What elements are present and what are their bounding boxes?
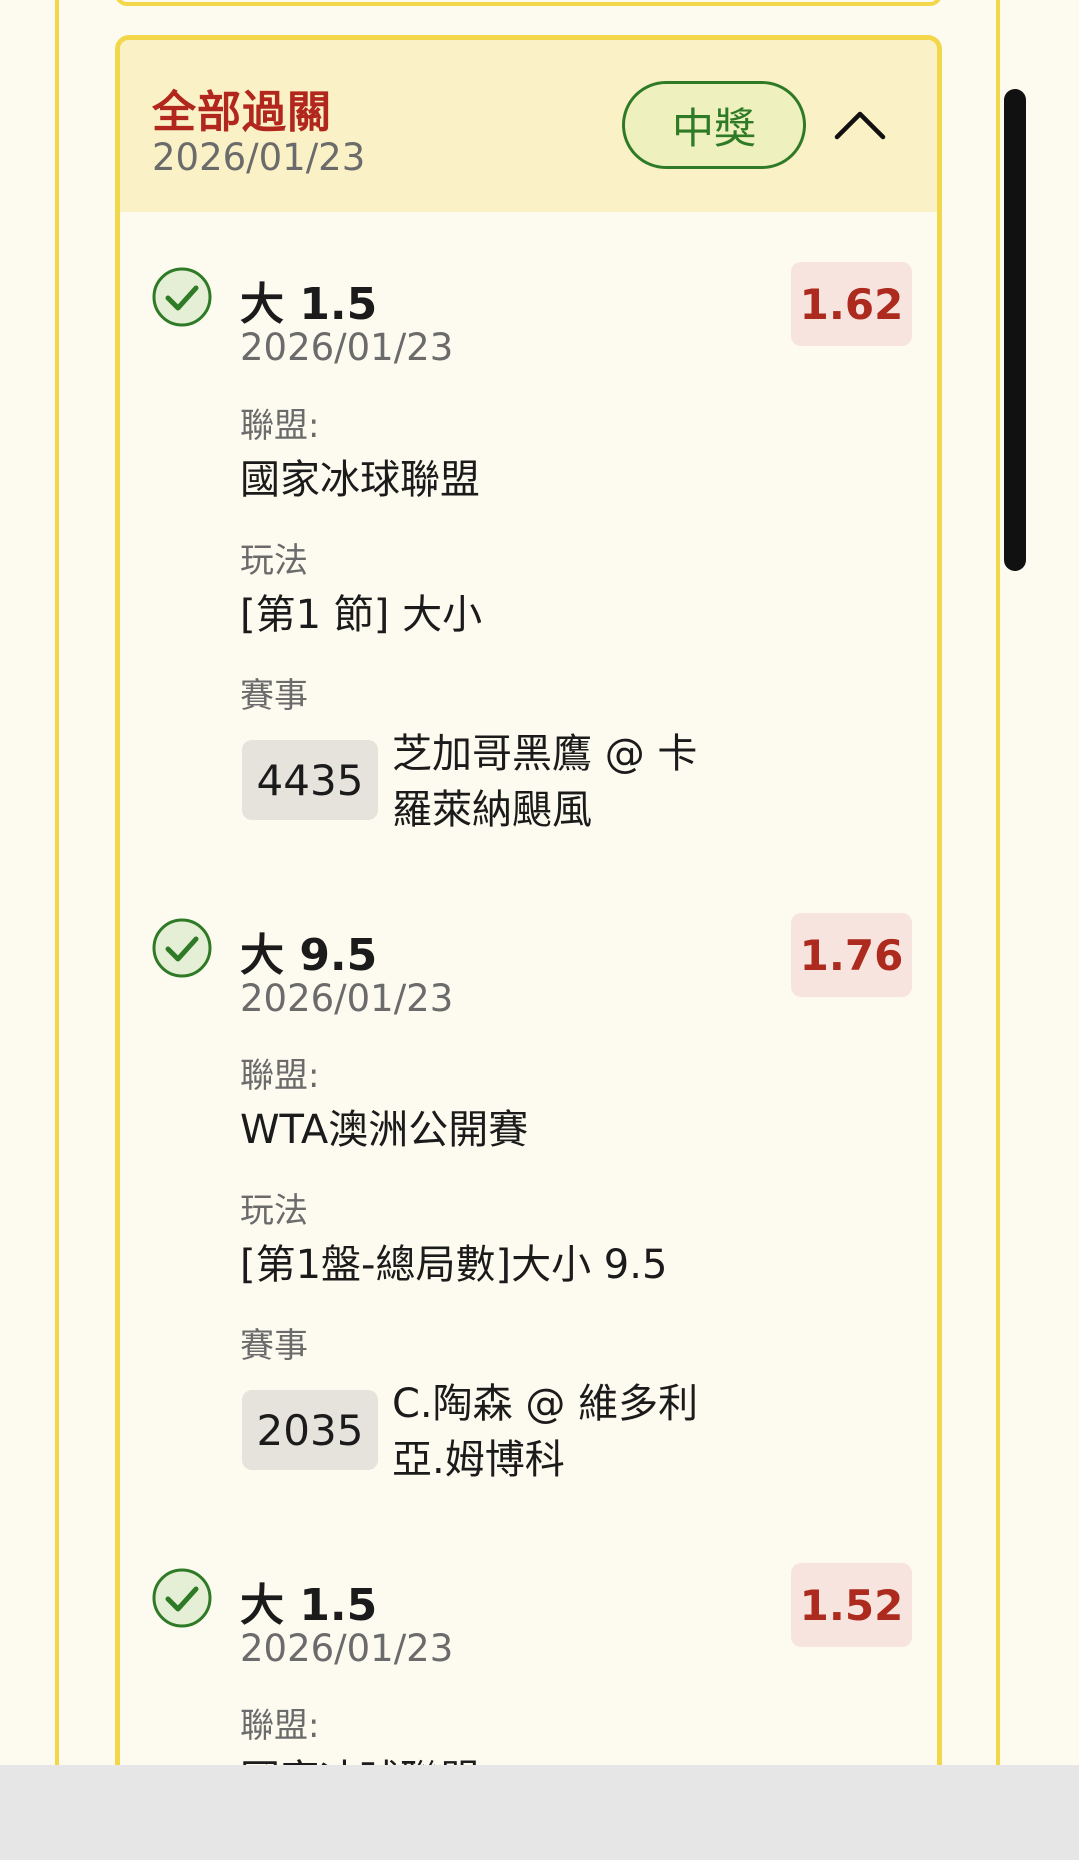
league-label: 聯盟: [240, 1056, 320, 1096]
play-label: 玩法 [240, 1191, 308, 1231]
bet-selection: 大 1.5 [240, 1580, 378, 1631]
event-name: C.陶森 @ 維多利亞.姆博科 [392, 1381, 699, 1483]
bet-selection: 大 1.5 [240, 279, 378, 330]
odds-badge: 1.52 [791, 1563, 912, 1647]
odds-badge: 1.76 [791, 913, 912, 997]
bet-date: 2026/01/23 [240, 1627, 454, 1670]
check-circle-icon [152, 918, 212, 978]
league-value: WTA澳洲公開賽 [240, 1107, 529, 1153]
check-circle-icon [152, 267, 212, 327]
league-value: 國家冰球聯盟 [240, 457, 480, 503]
card-title: 全部過關 [152, 87, 332, 138]
bet-date: 2026/01/23 [240, 326, 454, 369]
event-label: 賽事 [240, 676, 308, 716]
check-circle-icon [152, 1568, 212, 1628]
play-label: 玩法 [240, 541, 308, 581]
league-label: 聯盟: [240, 1706, 320, 1746]
card-header[interactable]: 全部過關 2026/01/23 中獎 [120, 40, 937, 212]
parlay-card: 全部過關 2026/01/23 中獎 大 1.5 1.62 2026/01/23… [115, 35, 942, 1835]
bet-history-screen: 全部過關 2026/01/23 中獎 大 1.5 1.62 2026/01/23… [0, 0, 1079, 1860]
card-date: 2026/01/23 [152, 136, 366, 179]
odds-badge: 1.62 [791, 262, 912, 346]
status-badge: 中獎 [622, 81, 806, 169]
collapse-button[interactable] [820, 85, 900, 165]
frame-border-left [55, 0, 59, 1765]
event-label: 賽事 [240, 1326, 308, 1366]
event-name: 芝加哥黑鷹 @ 卡羅萊納颶風 [392, 731, 698, 833]
chevron-up-icon [834, 111, 886, 140]
play-value: [第1盤-總局數]大小 9.5 [240, 1242, 668, 1288]
league-label: 聯盟: [240, 406, 320, 446]
bet-date: 2026/01/23 [240, 977, 454, 1020]
bet-selection: 大 9.5 [240, 930, 378, 981]
play-value: [第1 節] 大小 [240, 592, 483, 638]
frame-border-right [996, 0, 1000, 1765]
bottom-bar [0, 1765, 1079, 1860]
event-id-badge: 4435 [242, 740, 378, 820]
event-id-badge: 2035 [242, 1390, 378, 1470]
scrollbar-thumb[interactable] [1004, 89, 1026, 571]
previous-card-bottom [115, 0, 942, 6]
